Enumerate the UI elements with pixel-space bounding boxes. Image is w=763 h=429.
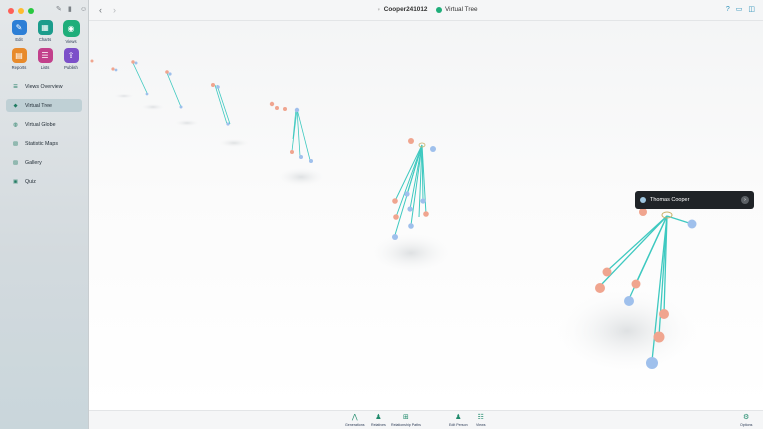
edit-person-icon: ♟ xyxy=(455,414,462,421)
toolbar-right: ? ▭ ◫ xyxy=(726,5,755,14)
sidebar: ✎ ▮ ☺ ✎ Edit ▦ Charts ◉ Views ▤ Reports … xyxy=(0,0,89,429)
globe-icon: ◍ xyxy=(13,121,18,128)
relationship-paths-button[interactable]: ⊞ Relationship Paths xyxy=(391,413,421,427)
eye-icon: ◉ xyxy=(62,20,80,37)
forward-icon[interactable]: › xyxy=(113,4,116,16)
view-status-icon xyxy=(436,6,442,13)
main-area: ‹ › ♆ Cooper241012 Virtual Tree ? ▭ ◫ Th… xyxy=(89,0,763,429)
tree-links xyxy=(394,144,427,236)
chevron-right-icon[interactable]: › xyxy=(741,196,749,204)
views-nav: ☰ Views Overview ◆ Virtual Tree ◍ Virtua… xyxy=(6,80,82,194)
mode-lists[interactable]: ☰ Lists xyxy=(32,48,58,70)
tree-shadow xyxy=(273,166,329,188)
tree-shadow xyxy=(139,103,167,111)
mode-charts[interactable]: ▦ Charts xyxy=(32,20,58,44)
window-controls xyxy=(8,8,34,14)
views-button[interactable]: ☷ Views xyxy=(476,413,486,427)
cube-icon: ◆ xyxy=(13,102,18,109)
close-window-button[interactable] xyxy=(8,8,14,14)
bottom-toolbar: ⋀ Generations ♟ Relatives ⊞ Relationship… xyxy=(89,410,763,429)
generations-button[interactable]: ⋀ Generations xyxy=(345,413,365,427)
zoom-window-button[interactable] xyxy=(28,8,34,14)
options-button[interactable]: ⚙ Options xyxy=(740,413,752,427)
person-figures-far[interactable] xyxy=(90,59,314,164)
tree-shadow xyxy=(112,93,136,99)
bookmark-icon[interactable]: ▮ xyxy=(68,6,75,13)
minimize-window-button[interactable] xyxy=(18,8,24,14)
tree-shadow xyxy=(366,231,456,275)
virtual-tree-canvas[interactable]: Thomas Cooper › xyxy=(89,21,763,410)
people-icon[interactable]: ☺ xyxy=(80,6,87,13)
view-title: Virtual Tree xyxy=(436,6,478,13)
top-toolbar: ‹ › ♆ Cooper241012 Virtual Tree ? ▭ ◫ xyxy=(89,0,763,21)
lists-icon: ☰ xyxy=(37,48,53,63)
pencil-icon: ✎ xyxy=(11,20,27,35)
nav-statistic-maps[interactable]: ▧ Statistic Maps xyxy=(6,137,82,150)
mode-views[interactable]: ◉ Views xyxy=(58,20,84,44)
relationship-paths-icon: ⊞ xyxy=(403,414,409,421)
nav-quiz[interactable]: ▣ Quiz xyxy=(6,175,82,188)
person-avatar-icon xyxy=(640,197,646,203)
tree-shadow xyxy=(216,138,252,148)
back-icon[interactable]: ‹ xyxy=(99,4,102,16)
mode-edit[interactable]: ✎ Edit xyxy=(6,20,32,44)
gallery-icon: ▨ xyxy=(12,159,18,166)
sidebar-toggle-icon[interactable]: ◫ xyxy=(748,5,755,14)
nav-virtual-tree[interactable]: ◆ Virtual Tree xyxy=(6,99,82,112)
reports-icon: ▤ xyxy=(11,48,27,63)
views-icon: ☷ xyxy=(477,414,484,421)
nav-views-overview[interactable]: ☰ Views Overview xyxy=(6,80,82,93)
list-icon: ☰ xyxy=(13,83,18,90)
help-icon[interactable]: ? xyxy=(726,5,730,14)
mode-publish[interactable]: ⇪ Publish xyxy=(58,48,84,70)
tree-scene[interactable] xyxy=(89,21,763,410)
relatives-icon: ♟ xyxy=(375,414,382,421)
favorite-icon[interactable]: ✎ xyxy=(56,6,63,13)
folder-icon[interactable]: ▭ xyxy=(736,5,743,14)
document-title[interactable]: ♆ Cooper241012 xyxy=(377,6,427,13)
tree-shadow xyxy=(172,119,202,127)
mode-switcher: ✎ Edit ▦ Charts ◉ Views ▤ Reports ☰ List… xyxy=(6,20,84,70)
map-icon: ▧ xyxy=(12,140,18,147)
person-popup[interactable]: Thomas Cooper › xyxy=(635,191,754,209)
nav-gallery[interactable]: ▨ Gallery xyxy=(6,156,82,169)
charts-icon: ▦ xyxy=(37,20,53,35)
publish-icon: ⇪ xyxy=(63,48,79,63)
mode-reports[interactable]: ▤ Reports xyxy=(6,48,32,70)
nav-virtual-globe[interactable]: ◍ Virtual Globe xyxy=(6,118,82,131)
relatives-button[interactable]: ♟ Relatives xyxy=(371,413,386,427)
generations-icon: ⋀ xyxy=(351,414,358,421)
sidebar-tools: ✎ ▮ ☺ xyxy=(56,6,87,13)
edit-person-button[interactable]: ♟ Edit Person xyxy=(449,413,468,427)
options-icon: ⚙ xyxy=(743,414,750,421)
quiz-icon: ▣ xyxy=(12,178,18,185)
tree-icon: ♆ xyxy=(377,6,381,13)
